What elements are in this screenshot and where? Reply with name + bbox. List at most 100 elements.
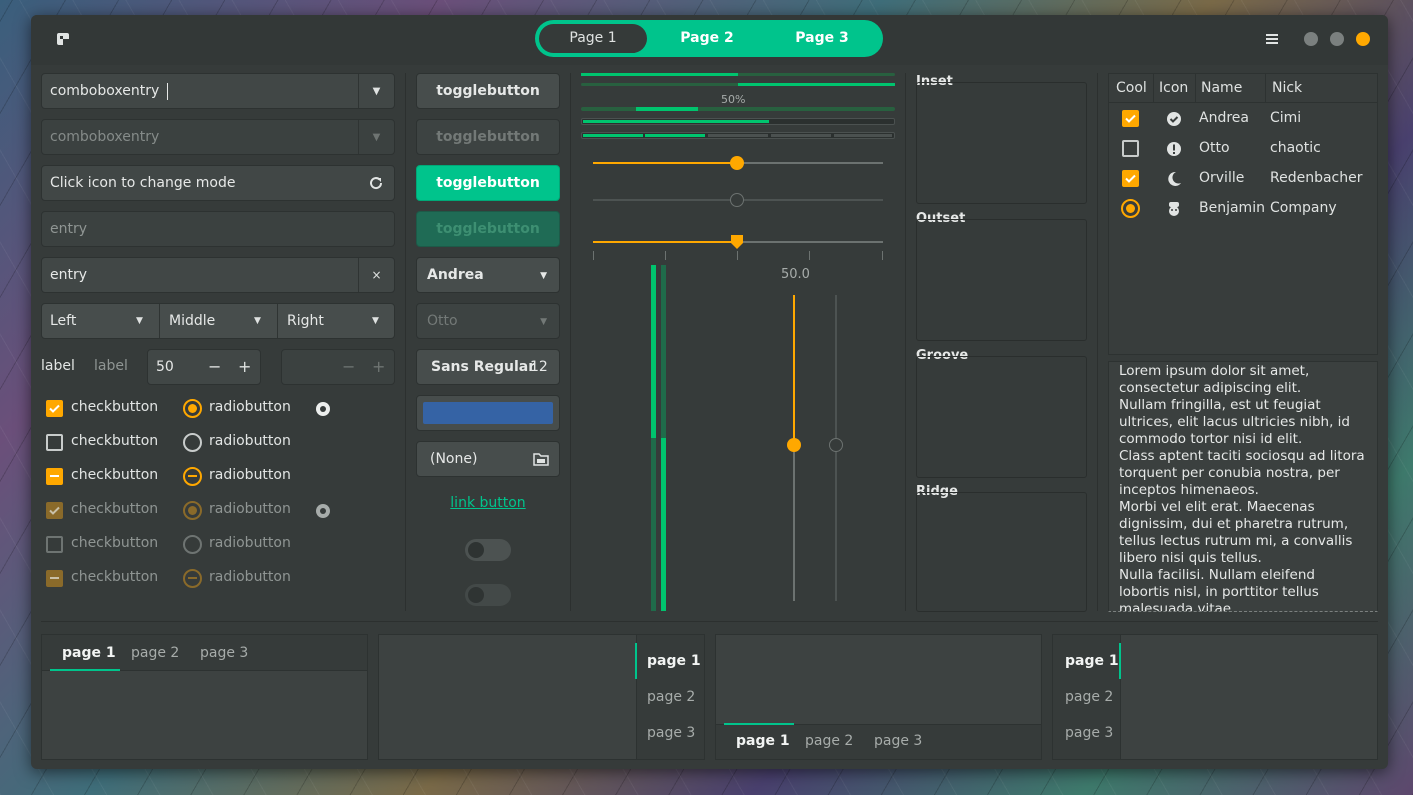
- toggle-button[interactable]: togglebutton: [416, 73, 560, 109]
- tab-page-2[interactable]: page 2: [1065, 689, 1113, 705]
- tab-page-3[interactable]: page 3: [647, 725, 695, 741]
- tree-checkbox[interactable]: [1122, 140, 1139, 157]
- tab-page-1[interactable]: page 1: [647, 653, 701, 669]
- scale-h1[interactable]: [593, 156, 883, 170]
- close-button[interactable]: [1356, 32, 1370, 46]
- tree-row[interactable]: Orville Redenbacher: [1109, 164, 1377, 194]
- minimize-button[interactable]: [1304, 32, 1318, 46]
- tab-page-2[interactable]: page 2: [131, 645, 179, 661]
- checkbutton-label[interactable]: checkbutton: [71, 467, 158, 483]
- text-view[interactable]: Lorem ipsum dolor sit amet, consectetur a…: [1108, 361, 1378, 612]
- radio-unchecked[interactable]: [183, 433, 202, 452]
- maximize-button[interactable]: [1330, 32, 1344, 46]
- combo-right[interactable]: Right: [287, 304, 324, 338]
- checkbutton-label[interactable]: checkbutton: [71, 399, 158, 415]
- tree-row[interactable]: Andrea Cimi: [1109, 104, 1377, 134]
- folder-icon: [533, 453, 549, 466]
- tab-page-3[interactable]: page 3: [1065, 725, 1113, 741]
- checkbox-checked[interactable]: [46, 400, 63, 417]
- chevron-down-icon[interactable]: ▼: [136, 316, 143, 326]
- tree-header: Cool Icon Name Nick: [1109, 74, 1377, 103]
- checkbutton-label[interactable]: checkbutton: [71, 433, 158, 449]
- file-chooser-button[interactable]: (None): [416, 441, 560, 477]
- combo-left[interactable]: Left: [50, 304, 76, 338]
- scale-v1-handle[interactable]: [787, 438, 801, 452]
- chevron-down-icon[interactable]: ▼: [372, 316, 379, 326]
- column-icon[interactable]: Icon: [1159, 80, 1188, 96]
- check-icon: [49, 404, 60, 413]
- spin-minus[interactable]: −: [208, 357, 221, 376]
- stack-page-2[interactable]: Page 2: [652, 20, 762, 57]
- stack-page-1[interactable]: Page 1: [539, 24, 647, 53]
- text-cursor: [167, 83, 168, 100]
- color-button[interactable]: [416, 395, 560, 431]
- tree-row[interactable]: Otto chaotic: [1109, 134, 1377, 164]
- mode-entry[interactable]: Click icon to change mode: [41, 165, 395, 201]
- checkbox-unchecked[interactable]: [46, 434, 63, 451]
- entry-with-clear[interactable]: entry ×: [41, 257, 395, 293]
- switch-off[interactable]: [465, 539, 511, 561]
- check-circle-icon: [1167, 112, 1181, 126]
- scale-h3[interactable]: [593, 235, 883, 249]
- radiobutton-label[interactable]: radiobutton: [209, 399, 291, 415]
- row-name: Andrea: [1199, 110, 1249, 126]
- combobox-entry[interactable]: comboboxentry ▼: [41, 73, 395, 109]
- divider: [277, 304, 278, 338]
- checkbutton-label-disabled: checkbutton: [71, 501, 159, 517]
- column-name[interactable]: Name: [1201, 80, 1242, 96]
- checkbox-mixed[interactable]: [46, 468, 63, 485]
- tree-checkbox[interactable]: [1122, 110, 1139, 127]
- column-cool[interactable]: Cool: [1116, 80, 1147, 96]
- tab-page-3[interactable]: page 3: [200, 645, 248, 661]
- combo-andrea[interactable]: Andrea ▼: [416, 257, 560, 293]
- radio-checked[interactable]: [183, 399, 202, 418]
- radiobutton-label[interactable]: radiobutton: [209, 467, 291, 483]
- chevron-down-icon[interactable]: ▼: [358, 74, 394, 108]
- tab-page-1[interactable]: page 1: [736, 733, 790, 749]
- hamburger-icon[interactable]: [1266, 33, 1278, 45]
- row-name: Orville: [1199, 170, 1245, 186]
- entry-text: entry: [50, 267, 88, 283]
- combobox-entry-text: comboboxentry: [50, 83, 160, 99]
- radiobutton-label[interactable]: radiobutton: [209, 433, 291, 449]
- stack-page-3[interactable]: Page 3: [767, 20, 877, 57]
- frame-outset: [916, 219, 1087, 341]
- refresh-icon[interactable]: [368, 175, 384, 191]
- scale-h3-handle[interactable]: [730, 234, 744, 250]
- clear-icon[interactable]: ×: [358, 258, 394, 292]
- tab-page-3[interactable]: page 3: [874, 733, 922, 749]
- tab-page-1[interactable]: page 1: [1065, 653, 1119, 669]
- app-menu-icon[interactable]: [56, 32, 70, 46]
- radio-mixed-disabled: [183, 569, 202, 588]
- frame-ridge: [916, 492, 1087, 612]
- tab-indicator: [50, 669, 120, 671]
- scale-h1-handle[interactable]: [730, 156, 744, 170]
- progress-bar-2: [581, 83, 895, 86]
- spin-plus[interactable]: +: [238, 357, 251, 376]
- checkbox-checked-disabled: [46, 502, 63, 519]
- checkbox-unchecked-disabled: [46, 536, 63, 553]
- combo-middle[interactable]: Middle: [169, 304, 215, 338]
- spin-button[interactable]: 50 − +: [147, 349, 261, 385]
- label-disabled: label: [94, 358, 128, 374]
- toggle-button-active[interactable]: togglebutton: [416, 165, 560, 201]
- tree-radio[interactable]: [1121, 199, 1140, 218]
- scale-h2-disabled: [593, 193, 883, 207]
- tree-checkbox[interactable]: [1122, 170, 1139, 187]
- column-nick[interactable]: Nick: [1272, 80, 1302, 96]
- entry-placeholder[interactable]: entry: [41, 211, 395, 247]
- tab-page-2[interactable]: page 2: [647, 689, 695, 705]
- level-bar-v1: [651, 265, 656, 611]
- row-name: Benjamin: [1199, 200, 1265, 216]
- link-button[interactable]: link button: [416, 495, 560, 511]
- tree-row[interactable]: Benjamin Company: [1109, 194, 1377, 224]
- font-button[interactable]: Sans Regular 12: [416, 349, 560, 385]
- radio-mixed[interactable]: [183, 467, 202, 486]
- scale-v1[interactable]: [787, 295, 801, 601]
- radio-small[interactable]: [316, 402, 330, 416]
- tab-page-2[interactable]: page 2: [805, 733, 853, 749]
- chevron-down-icon[interactable]: ▼: [254, 316, 261, 326]
- tab-page-1[interactable]: page 1: [62, 645, 116, 661]
- radiobutton-label-disabled: radiobutton: [209, 501, 291, 517]
- entry-placeholder-text: entry: [50, 221, 88, 237]
